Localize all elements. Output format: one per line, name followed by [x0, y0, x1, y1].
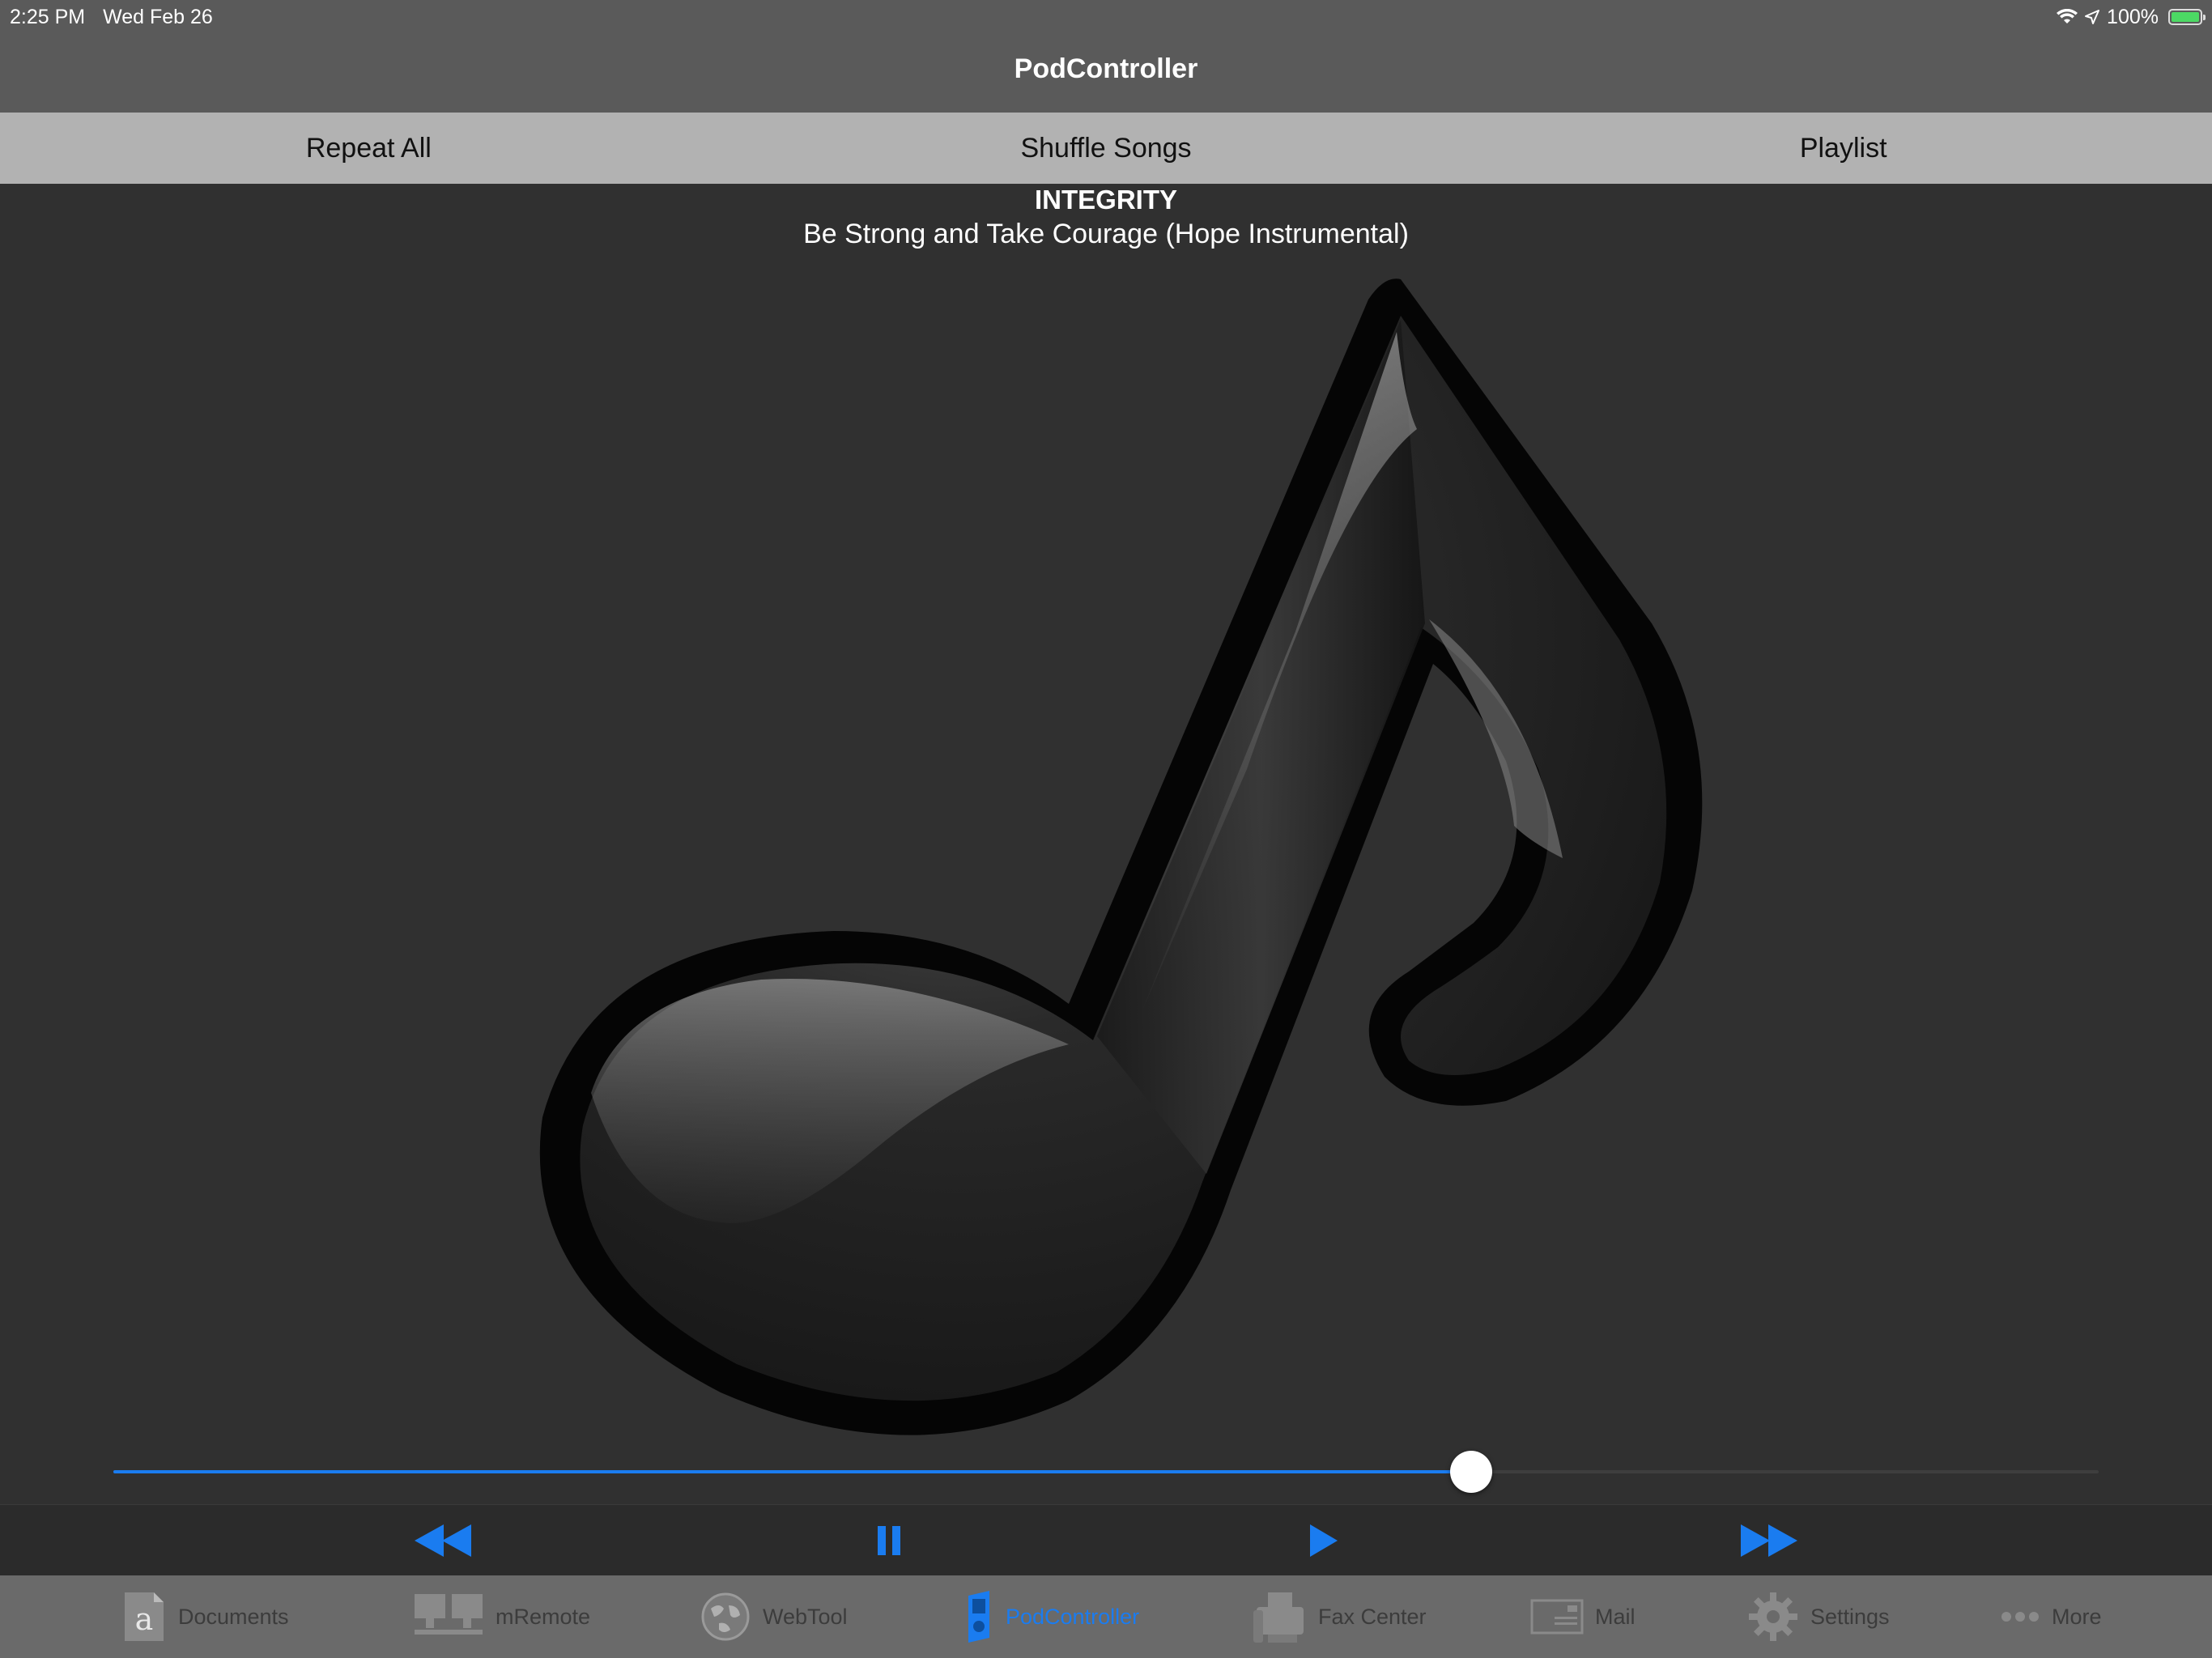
mail-icon	[1530, 1599, 1584, 1635]
shuffle-songs-button[interactable]: Shuffle Songs	[738, 113, 1475, 184]
progress-fill	[113, 1470, 1472, 1473]
tab-label: Documents	[178, 1604, 289, 1629]
status-bar-right: 100%	[2057, 3, 2206, 31]
tab-label: Mail	[1595, 1604, 1636, 1629]
battery-percent: 100%	[2107, 5, 2159, 28]
pause-icon[interactable]	[857, 1520, 921, 1562]
fax-icon	[1253, 1592, 1304, 1643]
tab-label: PodController	[1006, 1604, 1140, 1629]
playback-toolbar: Repeat All Shuffle Songs Playlist	[0, 113, 2212, 184]
battery-icon	[2168, 9, 2206, 25]
tab-mremote[interactable]: mRemote	[413, 1575, 590, 1658]
tab-label: Fax Center	[1318, 1604, 1427, 1629]
location-icon	[2085, 10, 2100, 24]
tab-label: mRemote	[496, 1604, 591, 1629]
progress-thumb[interactable]	[1450, 1451, 1493, 1493]
music-note-icon	[539, 278, 1703, 1435]
page-title: PodController	[1014, 53, 1198, 84]
tab-mail[interactable]: Mail	[1530, 1575, 1636, 1658]
tab-webtool[interactable]: WebTool	[700, 1575, 848, 1658]
navigation-bar: 2:25 PM Wed Feb 26 100% PodController	[0, 0, 2212, 113]
status-date: Wed Feb 26	[103, 5, 213, 28]
play-icon[interactable]	[1291, 1520, 1355, 1562]
tab-documents[interactable]: a Documents	[121, 1575, 289, 1658]
status-bar-left: 2:25 PM Wed Feb 26	[10, 3, 213, 31]
ipod-icon	[968, 1591, 989, 1643]
artist-name: INTEGRITY	[1034, 185, 1177, 215]
tab-label: More	[2052, 1604, 2102, 1629]
remote-desktop-icon	[415, 1594, 483, 1635]
tab-more[interactable]: More	[2000, 1575, 2102, 1658]
wifi-icon	[2057, 9, 2078, 23]
status-time: 2:25 PM	[10, 5, 86, 28]
gear-icon	[1749, 1592, 1797, 1641]
documents-icon: a	[125, 1592, 164, 1641]
tab-podcontroller[interactable]: PodController	[962, 1575, 1139, 1658]
tab-label: WebTool	[763, 1604, 848, 1629]
tab-bar: a Documents mRemote WebTool PodControlle…	[0, 1575, 2212, 1658]
more-icon	[2001, 1612, 2039, 1622]
transport-controls	[0, 1504, 2212, 1575]
playlist-button[interactable]: Playlist	[1474, 113, 2212, 184]
app-window: 2:25 PM Wed Feb 26 100% PodController Re…	[0, 0, 2212, 1658]
repeat-all-button[interactable]: Repeat All	[0, 113, 738, 184]
globe-icon	[701, 1592, 750, 1641]
progress-slider[interactable]	[113, 1451, 2099, 1493]
rewind-icon[interactable]	[411, 1520, 476, 1562]
fast-forward-icon[interactable]	[1736, 1520, 1801, 1562]
tab-fax-center[interactable]: Fax Center	[1252, 1575, 1427, 1658]
tab-settings[interactable]: Settings	[1747, 1575, 1890, 1658]
svg-text:a: a	[135, 1601, 154, 1637]
tab-label: Settings	[1810, 1604, 1890, 1629]
